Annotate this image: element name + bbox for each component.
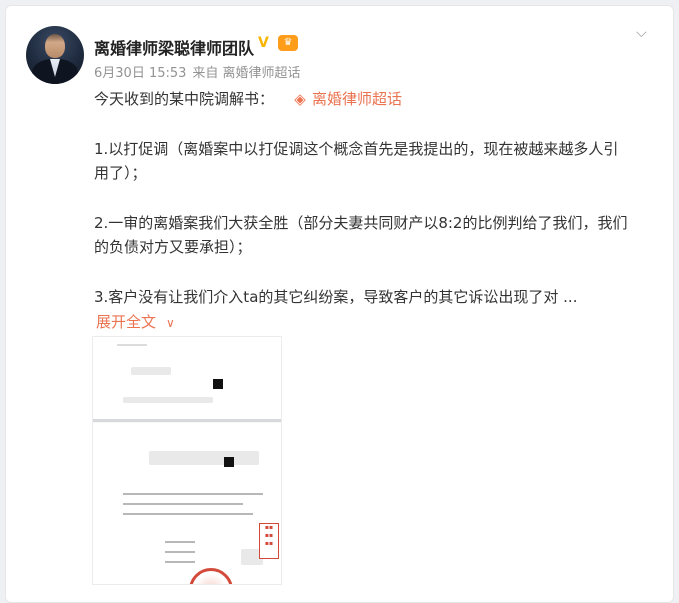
court-seal-icon <box>189 568 233 584</box>
page-separator <box>93 419 281 422</box>
document-text-line <box>165 541 195 543</box>
post-time[interactable]: 6月30日 15:53 <box>94 66 186 81</box>
blurred-region <box>149 451 259 465</box>
member-crown-icon[interactable]: ♛ <box>278 35 298 51</box>
document-text-line <box>123 503 243 505</box>
document-text-line <box>123 493 263 495</box>
blurred-region <box>131 367 171 375</box>
chevron-down-icon: ∨ <box>166 316 175 330</box>
post-image-document[interactable]: ▪▪ ▪▪ ▪▪ <box>92 336 282 585</box>
document-text-line <box>117 344 147 346</box>
court-stamp-icon: ▪▪ ▪▪ ▪▪ <box>259 523 279 559</box>
post-menu-chevron-down-icon[interactable]: ⌵ <box>636 26 652 40</box>
verified-v-icon: V <box>258 35 269 51</box>
blurred-region <box>123 397 213 403</box>
document-text-line <box>165 551 195 553</box>
expand-full-text-link[interactable]: 展开全文 ∨ <box>96 312 175 333</box>
author-name[interactable]: 离婚律师梁聪律师团队 <box>94 35 254 59</box>
post-paragraph-2-line-1: 2.一审的离婚案我们大获全胜（部分夫妻共同财产以8:2的比例判给了我们，我们 <box>94 214 628 232</box>
redaction-block <box>213 379 223 389</box>
post-paragraph-2-line-2: 的负债对方又要承担）； <box>94 238 252 256</box>
post-meta: 6月30日 15:53 来自 离婚律师超话 <box>94 62 306 81</box>
expand-label: 展开全文 <box>96 313 157 331</box>
weibo-post-card: 离婚律师梁聪律师团队 V ♛ 6月30日 15:53 来自 离婚律师超话 ⌵ 今天收… <box>5 5 674 603</box>
redaction-block <box>224 457 234 467</box>
document-text-line <box>165 561 195 563</box>
author-avatar[interactable] <box>26 26 84 84</box>
document-text-line <box>123 513 253 515</box>
super-topic-icon: ◈ <box>294 90 306 108</box>
topic-link[interactable]: ◈ 离婚律师超话 <box>292 89 402 109</box>
document-page-1 <box>93 337 281 419</box>
post-paragraph-1-line-1: 1.以打促调（离婚案中以打促调这个概念首先是我提出的，现在被越来越多人引 <box>94 140 619 158</box>
document-page-2: ▪▪ ▪▪ ▪▪ <box>93 423 281 584</box>
source-label: 来自 <box>192 66 219 81</box>
post-intro: 今天收到的某中院调解书： <box>94 90 275 108</box>
post-paragraph-3-line-1: 3.客户没有让我们介入ta的其它纠纷案，导致客户的其它诉讼出现了对 ... <box>94 288 578 306</box>
avatar-face <box>45 34 65 58</box>
post-paragraph-1-line-2: 用了）； <box>94 164 147 182</box>
post-source[interactable]: 离婚律师超话 <box>222 66 300 81</box>
topic-label: 离婚律师超话 <box>312 90 403 108</box>
